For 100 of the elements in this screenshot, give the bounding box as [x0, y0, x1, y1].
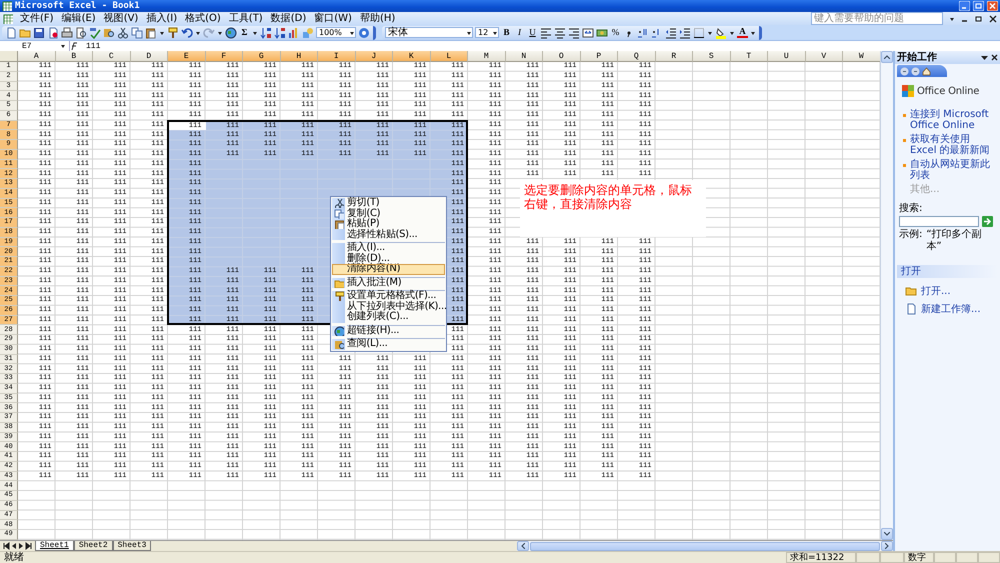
column-header[interactable]: L — [430, 51, 468, 62]
indent-icon[interactable] — [679, 26, 691, 38]
restore-icon[interactable] — [975, 14, 983, 22]
column-header[interactable]: H — [280, 51, 318, 62]
menu-item[interactable]: 窗口(W) — [313, 13, 353, 24]
link[interactable]: 获取有关使用 Excel 的最新新闻 — [910, 134, 994, 156]
help-icon[interactable] — [358, 26, 370, 38]
scroll-right-button[interactable] — [881, 541, 893, 551]
print-preview-icon[interactable] — [75, 26, 87, 38]
column-header[interactable]: D — [130, 51, 168, 62]
home-icon[interactable] — [922, 66, 931, 76]
clipboard-icon[interactable] — [145, 26, 157, 38]
bold-button[interactable]: B — [501, 27, 512, 38]
font-size-dropdown[interactable]: 12 — [475, 27, 499, 38]
sort-ascending-icon[interactable] — [260, 26, 272, 38]
link[interactable]: 自动从网站更新此列表 — [910, 159, 994, 181]
sheet-tab[interactable]: Sheet1 — [35, 541, 74, 551]
column-header[interactable]: E — [168, 51, 206, 62]
column-header[interactable]: P — [580, 51, 618, 62]
next-sheet-icon[interactable] — [18, 542, 24, 550]
column-header[interactable]: V — [806, 51, 843, 62]
save-icon[interactable] — [33, 26, 45, 38]
link[interactable]: 连接到 Microsoft Office Online — [910, 109, 994, 131]
forward-icon[interactable] — [911, 66, 920, 76]
globe-icon[interactable] — [225, 26, 237, 38]
menu-item[interactable]: 数据(D) — [270, 13, 308, 24]
brush-icon[interactable] — [167, 26, 179, 38]
link[interactable]: 新建工作簿... — [921, 304, 981, 314]
spreadsheet-icon[interactable] — [3, 14, 13, 24]
outdent-icon[interactable] — [665, 26, 677, 38]
merge-cells-icon[interactable] — [582, 26, 594, 38]
help-search-field[interactable]: 键入需要帮助的问题 — [811, 12, 943, 25]
column-header[interactable]: F — [206, 51, 243, 62]
vertical-scrollbar[interactable] — [880, 51, 893, 540]
column-header[interactable]: Q — [618, 51, 656, 62]
research-icon[interactable] — [103, 26, 115, 38]
scroll-up-button[interactable] — [881, 51, 893, 63]
column-header[interactable]: B — [56, 51, 93, 62]
underline-button[interactable]: U — [527, 27, 538, 38]
menu-item[interactable]: 文件(F) — [19, 13, 55, 24]
font-color-button[interactable]: A — [737, 27, 748, 38]
menu-item[interactable]: 插入(I) — [145, 13, 178, 24]
menu-item[interactable]: 格式(O) — [184, 13, 222, 24]
previous-sheet-icon[interactable] — [11, 542, 17, 550]
scroll-down-button[interactable] — [881, 528, 893, 540]
column-header[interactable]: A — [18, 51, 56, 62]
function-icon[interactable] — [70, 41, 80, 51]
fill-color-icon[interactable] — [715, 26, 727, 38]
align-right-icon[interactable] — [568, 26, 580, 38]
column-header[interactable]: K — [393, 51, 430, 62]
caret-icon[interactable] — [981, 54, 988, 61]
horizontal-scrollbar[interactable] — [517, 541, 893, 551]
zoom-dropdown[interactable]: 100% — [316, 27, 356, 38]
column-header[interactable]: I — [318, 51, 356, 62]
column-header[interactable]: T — [730, 51, 768, 62]
menu-item[interactable]: 帮助(H) — [358, 13, 396, 24]
autosum-button[interactable]: Σ — [239, 27, 250, 38]
copy-icon[interactable] — [131, 26, 143, 38]
column-header[interactable]: C — [93, 51, 130, 62]
print-icon[interactable] — [61, 26, 73, 38]
column-header[interactable]: R — [656, 51, 693, 62]
close-icon[interactable] — [989, 14, 997, 22]
column-header[interactable]: W — [843, 51, 880, 62]
align-left-icon[interactable] — [540, 26, 552, 38]
menu-item[interactable]: 编辑(E) — [60, 13, 97, 24]
back-icon[interactable] — [900, 66, 909, 76]
align-center-icon[interactable] — [554, 26, 566, 38]
undo-icon[interactable] — [181, 26, 193, 38]
column-header[interactable]: M — [468, 51, 506, 62]
close-icon[interactable] — [991, 54, 998, 61]
scissors-icon[interactable] — [117, 26, 129, 38]
italic-button[interactable]: I — [514, 27, 525, 38]
sheet-tab[interactable]: Sheet3 — [112, 541, 152, 551]
permission-icon[interactable] — [47, 26, 59, 38]
scroll-thumb[interactable] — [530, 542, 880, 550]
menu-item[interactable]: 工具(T) — [228, 13, 264, 24]
column-header[interactable]: S — [693, 51, 730, 62]
increase-decimal-icon[interactable] — [637, 26, 649, 38]
borders-icon[interactable] — [693, 26, 705, 38]
currency-icon[interactable] — [596, 26, 608, 38]
percent-button[interactable]: % — [610, 27, 621, 38]
scroll-left-button[interactable] — [517, 541, 529, 551]
last-sheet-icon[interactable] — [25, 542, 32, 550]
spelling-icon[interactable] — [89, 26, 101, 38]
first-sheet-icon[interactable] — [3, 542, 10, 550]
sort-descending-icon[interactable] — [274, 26, 286, 38]
menu-item[interactable]: 视图(V) — [102, 13, 140, 24]
go-arrow-icon[interactable] — [982, 216, 993, 227]
column-header[interactable]: N — [506, 51, 543, 62]
column-header[interactable]: G — [243, 51, 280, 62]
formula-field[interactable]: 111 — [86, 42, 100, 50]
column-header[interactable]: O — [543, 51, 580, 62]
menu-item[interactable]: 从下拉列表中选择(K)... — [332, 302, 445, 312]
bar-chart-icon[interactable] — [288, 26, 300, 38]
search-field[interactable] — [899, 216, 979, 227]
sheet-tab[interactable]: Sheet2 — [74, 541, 113, 551]
link[interactable]: 打开... — [921, 286, 951, 296]
column-header[interactable]: U — [768, 51, 806, 62]
font-dropdown[interactable]: 宋体 — [385, 27, 473, 38]
column-header[interactable]: J — [356, 51, 393, 62]
